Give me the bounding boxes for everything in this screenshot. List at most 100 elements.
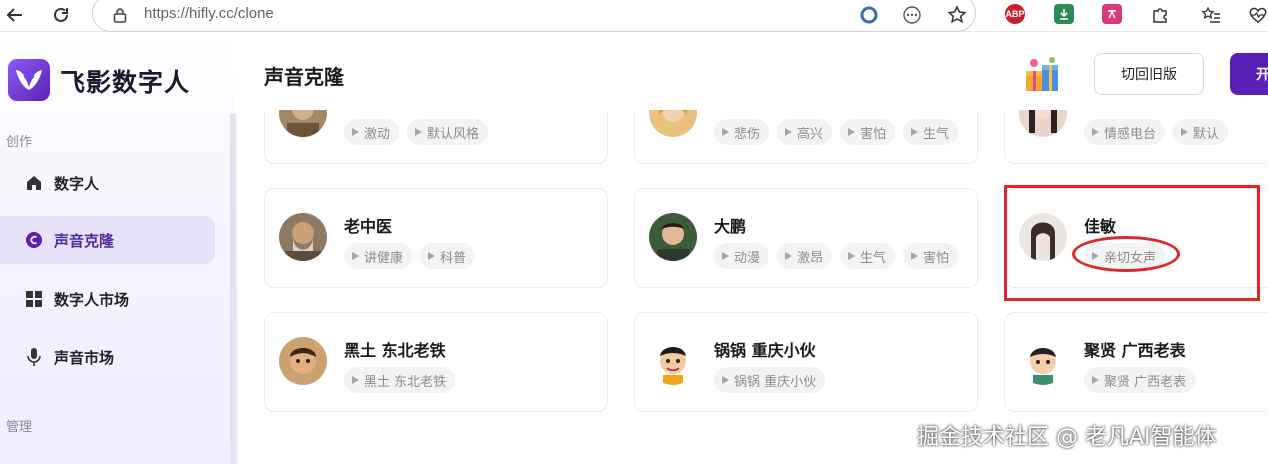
tag-label: 默认 [1193, 126, 1220, 142]
tag-label: 高兴 [797, 126, 824, 142]
favorite-star-icon[interactable] [944, 2, 970, 28]
download-extension-icon[interactable] [1054, 4, 1074, 24]
tag-list: 锅锅 重庆小伙 [714, 367, 826, 393]
open-button[interactable]: 开 [1230, 53, 1268, 95]
brand-logo-icon[interactable] [8, 59, 50, 101]
style-tag[interactable]: 科普 [420, 243, 476, 269]
favorites-list-icon[interactable] [1198, 2, 1224, 28]
translate-extension-icon[interactable] [1102, 4, 1122, 24]
url-text[interactable]: https://hifly.cc/clone [144, 5, 274, 22]
voice-card[interactable]: 锅锅 重庆小伙 锅锅 重庆小伙 [634, 312, 978, 412]
reload-icon[interactable] [48, 2, 74, 28]
brand-name[interactable]: 飞影数字人 [60, 63, 190, 99]
voice-card[interactable]: 聚贤 广西老表 聚贤 广西老表 [1004, 312, 1268, 412]
style-tag[interactable]: 默认 [1173, 119, 1229, 145]
sidebar-item-digital-human[interactable]: 数字人 [0, 159, 215, 207]
gift-icon[interactable] [1022, 55, 1062, 95]
section-label-create: 创作 [6, 135, 33, 150]
style-tag[interactable]: 黑土 东北老铁 [344, 367, 456, 393]
play-icon [722, 376, 729, 384]
watermark: 掘金技术社区 @ 老凡AI智能体 [917, 425, 1217, 450]
voice-card[interactable]: 情感电台 默认 [1004, 110, 1268, 164]
tag-label: 激昂 [797, 250, 824, 266]
style-tag[interactable]: 激昂 [777, 243, 833, 269]
style-tag[interactable]: 动漫 [714, 243, 770, 269]
play-icon [415, 128, 423, 136]
tag-list: 动漫 激昂 生气 害怕 [714, 243, 959, 269]
style-tag[interactable]: 害怕 [840, 119, 896, 145]
avatar [279, 213, 327, 261]
adblock-icon[interactable]: ABP [1005, 4, 1025, 24]
style-tag[interactable]: 生气 [840, 243, 896, 269]
tag-label: 悲伤 [734, 126, 761, 142]
tag-label: 默认风格 [427, 126, 480, 142]
avatar [649, 213, 697, 261]
card-name: 聚贤 广西老表 [1084, 341, 1186, 360]
lock-icon[interactable] [107, 2, 133, 28]
annotation-highlight-ellipse [1072, 236, 1180, 272]
heartbeat-icon[interactable] [1245, 2, 1268, 28]
avatar [279, 337, 327, 385]
voice-card[interactable]: 激动 默认风格 [264, 110, 608, 164]
style-tag[interactable]: 锅锅 重庆小伙 [714, 367, 826, 393]
tag-label: 害怕 [923, 250, 950, 266]
edge-icon[interactable] [856, 2, 882, 28]
avatar [1019, 110, 1067, 137]
play-icon [785, 252, 793, 260]
play-icon [848, 252, 856, 260]
sidebar-item-label: 声音克隆 [54, 231, 115, 250]
play-icon [722, 252, 729, 260]
tag-label: 动漫 [734, 250, 761, 266]
play-icon [352, 128, 359, 136]
sidebar-item-label: 数字人 [54, 174, 100, 193]
play-icon [1092, 376, 1099, 384]
avatar [649, 337, 697, 385]
voice-card[interactable]: 老中医 讲健康 科普 [264, 188, 608, 288]
tag-label: 黑土 东北老铁 [364, 374, 447, 390]
voice-card[interactable]: 大鹏 动漫 激昂 生气 害怕 [634, 188, 978, 288]
card-name: 老中医 [344, 217, 393, 236]
play-icon [911, 128, 919, 136]
play-icon [428, 252, 436, 260]
voice-card[interactable]: 悲伤 高兴 害怕 生气 [634, 110, 978, 164]
browser-toolbar: https://hifly.cc/clone ABP [0, 0, 1268, 32]
more-icon[interactable] [899, 2, 925, 28]
back-arrow-icon[interactable] [2, 2, 28, 28]
tag-label: 科普 [440, 250, 467, 266]
tag-list: 悲伤 高兴 害怕 生气 [714, 119, 959, 145]
tag-label: 生气 [860, 250, 887, 266]
home-icon [24, 173, 44, 193]
tag-list: 情感电台 默认 [1084, 119, 1229, 145]
sidebar-scrollbar[interactable] [230, 113, 236, 464]
voice-clone-icon [24, 230, 44, 250]
play-icon [352, 252, 359, 260]
style-tag[interactable]: 聚贤 广西老表 [1084, 367, 1196, 393]
microphone-icon [24, 347, 44, 367]
sidebar-item-digital-human-market[interactable]: 数字人市场 [0, 275, 215, 323]
tag-label: 聚贤 广西老表 [1104, 374, 1187, 390]
play-icon [911, 252, 919, 260]
style-tag[interactable]: 害怕 [903, 243, 959, 269]
style-tag[interactable]: 生气 [903, 119, 959, 145]
style-tag[interactable]: 激动 [344, 119, 400, 145]
voice-card[interactable]: 黑土 东北老铁 黑土 东北老铁 [264, 312, 608, 412]
tag-list: 聚贤 广西老表 [1084, 367, 1196, 393]
play-icon [785, 128, 793, 136]
sidebar-item-label: 声音市场 [54, 348, 115, 367]
sidebar-item-voice-market[interactable]: 声音市场 [0, 333, 215, 381]
tag-label: 讲健康 [364, 250, 404, 266]
style-tag[interactable]: 讲健康 [344, 243, 413, 269]
sidebar: 飞影数字人 创作 数字人 声音克隆 数字人市场 声音市场 管理 [0, 33, 238, 464]
tag-label: 情感电台 [1104, 126, 1157, 142]
play-icon [848, 128, 856, 136]
style-tag[interactable]: 默认风格 [407, 119, 489, 145]
style-tag[interactable]: 悲伤 [714, 119, 770, 145]
switch-old-version-button[interactable]: 切回旧版 [1094, 53, 1204, 95]
tag-list: 激动 默认风格 [344, 119, 489, 145]
style-tag[interactable]: 高兴 [777, 119, 833, 145]
card-name: 锅锅 重庆小伙 [714, 341, 816, 360]
style-tag[interactable]: 情感电台 [1084, 119, 1166, 145]
sidebar-item-voice-clone[interactable]: 声音克隆 [0, 216, 215, 264]
avatar [1019, 337, 1067, 385]
extensions-puzzle-icon[interactable] [1147, 2, 1173, 28]
